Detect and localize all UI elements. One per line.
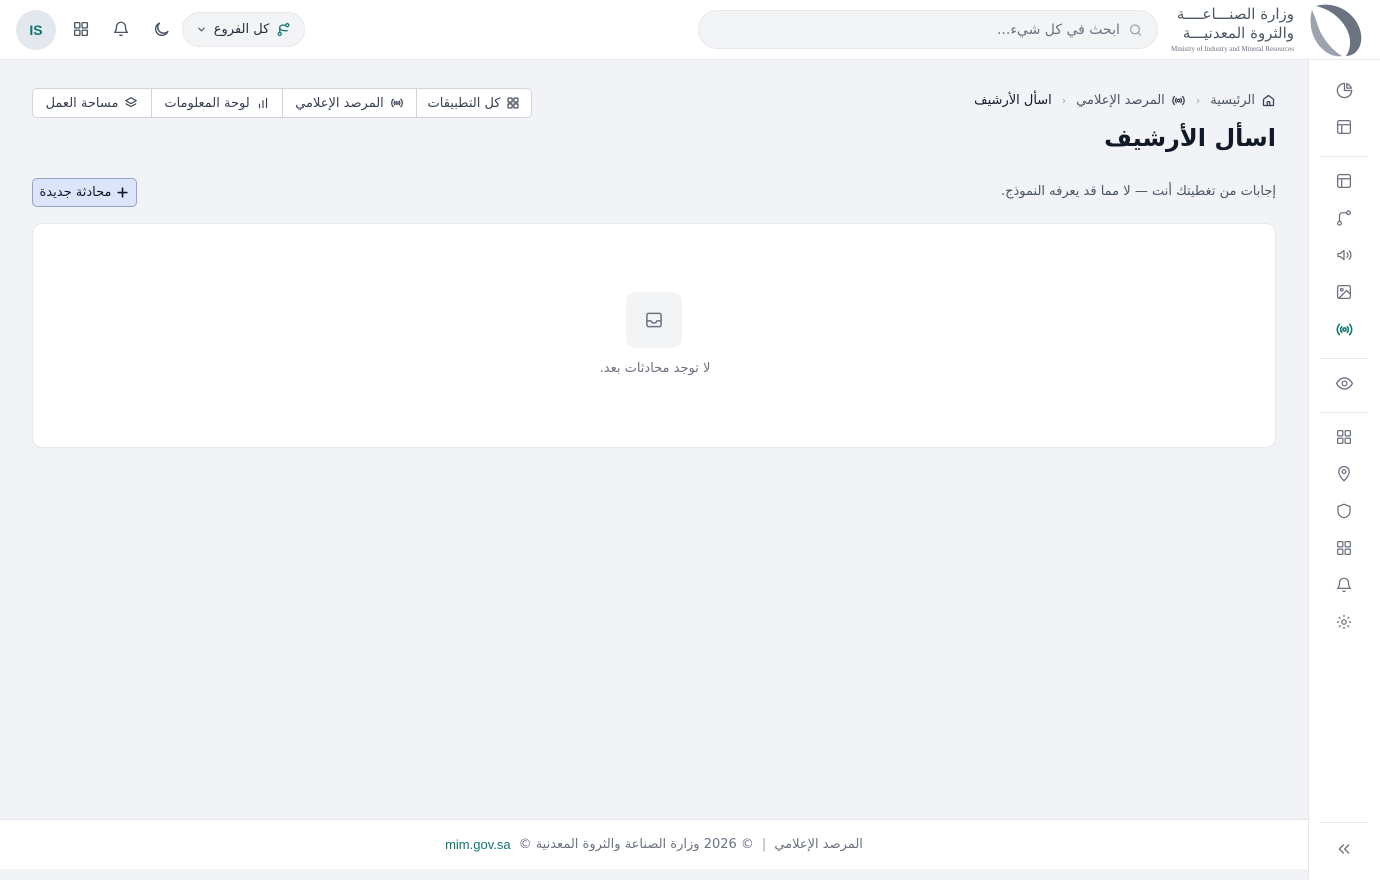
breadcrumb: الرئيسية ‹ المرصد الإعلامي ‹ اسأل الأرشي… [974,93,1276,108]
notifications-button[interactable] [109,17,133,41]
sidebar-divider [1320,358,1368,359]
map-pin-icon [1338,465,1350,482]
branch-selector-label: كل الفروع [213,22,270,37]
plus-icon [117,187,129,198]
broadcast-icon [1336,323,1352,335]
conversations-panel: لا توجد محادثات بعد. [32,223,1276,448]
tab-dashboard-label: لوحة المعلومات [164,95,250,111]
layout-icon [1336,173,1352,189]
sidebar-item-security[interactable] [1334,501,1354,521]
footer-app-name: المرصد الإعلامي [774,837,863,852]
breadcrumb-media-monitor[interactable]: المرصد الإعلامي [1076,93,1186,108]
moon-icon [154,21,169,36]
sidebar-item-analytics[interactable] [1334,80,1354,100]
gear-icon [1336,614,1352,630]
bottom-strip [0,869,1308,880]
new-chat-button[interactable]: محادثة جديدة [32,178,137,207]
footer-copyright: © 2026 وزارة الصناعة والثروة المعدنية © [518,837,754,852]
breadcrumb-current: اسأل الأرشيف [974,93,1052,108]
megaphone-icon [1337,249,1352,261]
page-footer: المرصد الإعلامي | © 2026 وزارة الصناعة و… [0,819,1308,869]
sidebar-item-media[interactable] [1334,282,1354,302]
inbox-icon [646,312,662,328]
eye-icon [1335,376,1353,390]
chevron-down-icon [197,27,205,32]
sidebar-divider [1320,412,1368,413]
sidebar-item-locations[interactable] [1334,464,1354,484]
sidebar-item-alerts[interactable] [1334,575,1354,595]
sidebar-item-campaigns[interactable] [1334,245,1354,265]
sidebar-item-apps-2[interactable] [1334,538,1354,558]
page-title: اسأل الأرشيف [1104,124,1276,152]
page-subtitle: إجابات من تغطيتك أنت — لا مما قد يعرفه ا… [1000,184,1276,199]
search-input[interactable] [713,21,1120,38]
branch-selector[interactable]: كل الفروع [182,12,305,47]
layers-icon [125,97,138,108]
ministry-logo-text: وزارة الصنـــاعــــة والثروة المعدنيـــة… [1164,5,1294,53]
sidebar-item-monitoring[interactable] [1334,373,1354,393]
sidebar-nav [1308,60,1380,880]
footer-separator: | [761,837,767,852]
collapse-icon [1338,844,1350,854]
breadcrumb-home-label: الرئيسية [1210,93,1255,108]
bar-chart-icon [258,97,267,109]
logo-line-3: Ministry of Industry and Mineral Resourc… [1170,45,1294,53]
theme-toggle-button[interactable] [149,17,173,41]
tab-all-apps[interactable]: كل التطبيقات [416,89,531,117]
breadcrumb-separator: ‹ [1195,94,1201,107]
apps-grid-icon [1336,540,1352,556]
app-switcher-tabs: كل التطبيقات المرصد الإعلامي لوحة المعلو… [32,88,532,118]
empty-state-text: لا توجد محادثات بعد. [599,361,711,376]
tab-workspace-label: مساحة العمل [45,95,119,111]
apps-grid-icon [73,21,89,37]
tab-workspace[interactable]: مساحة العمل [33,89,151,117]
sidebar-item-settings[interactable] [1334,612,1354,632]
home-icon [1262,94,1275,107]
breadcrumb-home[interactable]: الرئيسية [1210,93,1276,108]
sidebar-item-apps-1[interactable] [1334,427,1354,447]
empty-state-icon-box [626,292,682,348]
sidebar-divider [1320,156,1368,157]
search-icon [1129,23,1142,36]
breadcrumb-separator: ‹ [1061,94,1067,107]
footer-website-link[interactable]: mim.gov.sa [445,837,511,852]
sidebar-item-media-monitor[interactable] [1334,319,1354,339]
logo-line-2: والثروة المعدنيـــة [1182,24,1294,42]
pie-chart-icon [1336,82,1352,98]
sidebar-item-layout-1[interactable] [1334,117,1354,137]
apps-grid-icon [1336,429,1352,445]
broadcast-icon [1172,95,1185,106]
shield-icon [1337,503,1351,519]
logo-line-1: وزارة الصنـــاعــــة [1176,5,1294,23]
tab-media-monitor-label: المرصد الإعلامي [295,95,384,111]
bell-icon [1336,577,1352,593]
sidebar-item-branches[interactable] [1334,208,1354,228]
branch-icon [1336,210,1352,226]
global-search[interactable] [698,10,1158,49]
sidebar-divider [1320,822,1368,823]
apps-grid-icon [507,97,520,109]
apps-launcher-button[interactable] [69,17,93,41]
user-avatar[interactable]: IS [16,10,56,50]
image-icon [1336,284,1352,300]
tab-dashboard[interactable]: لوحة المعلومات [151,89,282,117]
new-chat-label: محادثة جديدة [39,185,112,200]
branch-icon [277,22,290,37]
top-header: وزارة الصنـــاعــــة والثروة المعدنيـــة… [0,0,1380,60]
sidebar-item-layout-2[interactable] [1334,171,1354,191]
ministry-logo-mark [1310,4,1362,57]
ministry-logo[interactable]: وزارة الصنـــاعــــة والثروة المعدنيـــة… [1140,0,1380,60]
tab-media-monitor[interactable]: المرصد الإعلامي [282,89,416,117]
layout-icon [1336,119,1352,135]
breadcrumb-media-monitor-label: المرصد الإعلامي [1076,93,1165,108]
tab-all-apps-label: كل التطبيقات [427,95,501,111]
broadcast-icon [391,98,403,108]
sidebar-collapse-button[interactable] [1334,839,1354,859]
bell-icon [113,21,129,37]
